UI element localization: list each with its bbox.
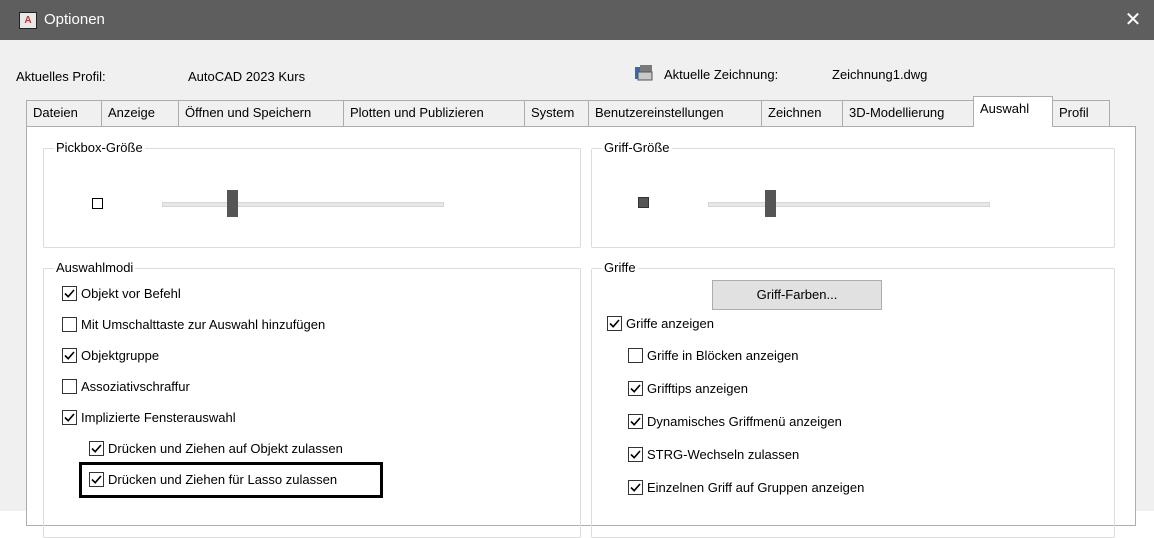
checkbox-object-before-command[interactable]: Objekt vor Befehl xyxy=(62,286,181,301)
grips-title: Griffe xyxy=(602,260,638,275)
title-bar: A Optionen ✕ xyxy=(0,0,1154,40)
checkbox-box[interactable] xyxy=(62,286,77,301)
checkbox-label: Drücken und Ziehen auf Objekt zulassen xyxy=(108,441,343,456)
checkbox-box[interactable] xyxy=(628,414,643,429)
options-dialog: Aktuelles Profil: AutoCAD 2023 Kurs Aktu… xyxy=(0,40,1154,538)
current-profile-value: AutoCAD 2023 Kurs xyxy=(188,69,306,84)
close-button[interactable]: ✕ xyxy=(1120,7,1146,33)
grip-size-slider-thumb[interactable] xyxy=(764,190,776,217)
checkbox-implied-windowing[interactable]: Implizierte Fensterauswahl xyxy=(62,410,236,425)
checkbox-label: Mit Umschalttaste zur Auswahl hinzufügen xyxy=(81,317,326,332)
tab-benutzereinstellungen[interactable]: Benutzereinstellungen xyxy=(588,100,762,126)
checkmark-icon xyxy=(64,351,75,360)
grips-group: Griffe Griff-Farben... Griffe anzeigen G… xyxy=(591,261,1115,538)
grip-size-slider[interactable] xyxy=(708,202,990,207)
pickbox-slider-thumb[interactable] xyxy=(227,190,238,217)
checkbox-ctrl-cycling[interactable]: STRG-Wechseln zulassen xyxy=(628,447,799,462)
auswahl-tab-panel: Pickbox-Größe Griff-Größe Auswahlmodi Ob… xyxy=(26,126,1136,538)
checkbox-box[interactable] xyxy=(62,379,77,394)
checkbox-grip-tips[interactable]: Grifftips anzeigen xyxy=(628,381,748,396)
drawing-icon xyxy=(635,65,653,81)
tab-plotten-und-publizieren[interactable]: Plotten und Publizieren xyxy=(343,100,525,126)
checkmark-icon xyxy=(630,450,641,459)
grip-size-preview xyxy=(638,197,649,208)
grip-colors-button[interactable]: Griff-Farben... xyxy=(712,280,882,310)
checkbox-label: Assoziativschraffur xyxy=(81,379,190,394)
checkbox-box[interactable] xyxy=(628,348,643,363)
autocad-app-icon: A xyxy=(19,12,37,29)
window-title: Optionen xyxy=(44,11,105,28)
checkbox-box[interactable] xyxy=(628,447,643,462)
checkbox-box[interactable] xyxy=(607,316,622,331)
checkbox-label: STRG-Wechseln zulassen xyxy=(647,447,800,462)
tab-system[interactable]: System xyxy=(524,100,589,126)
checkmark-icon xyxy=(64,413,75,422)
checkbox-object-group[interactable]: Objektgruppe xyxy=(62,348,159,363)
checkbox-single-grip-groups[interactable]: Einzelnen Griff auf Gruppen anzeigen xyxy=(628,480,864,495)
selection-modes-title: Auswahlmodi xyxy=(54,260,136,275)
pickbox-size-title: Pickbox-Größe xyxy=(54,140,145,155)
checkbox-label: Dynamisches Griffmenü anzeigen xyxy=(647,414,842,429)
pickbox-size-group: Pickbox-Größe xyxy=(43,141,581,248)
checkbox-label: Objekt vor Befehl xyxy=(81,286,181,301)
checkbox-box[interactable] xyxy=(89,441,104,456)
grip-size-title: Griff-Größe xyxy=(602,140,672,155)
selection-modes-group: Auswahlmodi Objekt vor Befehl Mit Umscha… xyxy=(43,261,581,538)
checkbox-label: Implizierte Fensterauswahl xyxy=(81,410,236,425)
checkbox-box[interactable] xyxy=(62,317,77,332)
pickbox-size-slider[interactable] xyxy=(162,202,444,207)
checkbox-show-grips[interactable]: Griffe anzeigen xyxy=(607,316,714,331)
checkmark-icon xyxy=(630,417,641,426)
checkbox-associative-hatch[interactable]: Assoziativschraffur xyxy=(62,379,190,394)
tab-3d-modellierung[interactable]: 3D-Modellierung xyxy=(842,100,974,126)
checkmark-icon xyxy=(630,384,641,393)
checkmark-icon xyxy=(64,289,75,298)
highlight-frame xyxy=(79,462,383,498)
checkbox-box[interactable] xyxy=(628,480,643,495)
checkbox-box[interactable] xyxy=(62,410,77,425)
current-drawing-value: Zeichnung1.dwg xyxy=(832,67,928,82)
checkmark-icon xyxy=(630,483,641,492)
grip-size-group: Griff-Größe xyxy=(591,141,1115,248)
current-drawing-label: Aktuelle Zeichnung: xyxy=(664,67,779,82)
tab-oeffnen-und-speichern[interactable]: Öffnen und Speichern xyxy=(178,100,344,126)
checkbox-label: Einzelnen Griff auf Gruppen anzeigen xyxy=(647,480,865,495)
tab-anzeige[interactable]: Anzeige xyxy=(101,100,179,126)
checkbox-label: Griffe in Blöcken anzeigen xyxy=(647,348,799,363)
checkbox-press-drag-object[interactable]: Drücken und Ziehen auf Objekt zulassen xyxy=(89,441,343,456)
checkbox-label: Griffe anzeigen xyxy=(626,316,714,331)
checkbox-label: Objektgruppe xyxy=(81,348,160,363)
checkbox-box[interactable] xyxy=(628,381,643,396)
checkbox-box[interactable] xyxy=(62,348,77,363)
tab-dateien[interactable]: Dateien xyxy=(26,100,102,126)
current-profile-label: Aktuelles Profil: xyxy=(16,69,106,84)
pickbox-preview xyxy=(92,198,103,209)
tab-zeichnen[interactable]: Zeichnen xyxy=(761,100,843,126)
checkbox-grips-in-blocks[interactable]: Griffe in Blöcken anzeigen xyxy=(628,348,799,363)
checkbox-label: Grifftips anzeigen xyxy=(647,381,748,396)
tab-auswahl[interactable]: Auswahl xyxy=(973,96,1053,127)
tab-profil[interactable]: Profil xyxy=(1052,100,1110,126)
checkmark-icon xyxy=(91,444,102,453)
checkmark-icon xyxy=(609,319,620,328)
checkbox-dynamic-grip-menu[interactable]: Dynamisches Griffmenü anzeigen xyxy=(628,414,842,429)
checkbox-shift-add-selection[interactable]: Mit Umschalttaste zur Auswahl hinzufügen xyxy=(62,317,325,332)
